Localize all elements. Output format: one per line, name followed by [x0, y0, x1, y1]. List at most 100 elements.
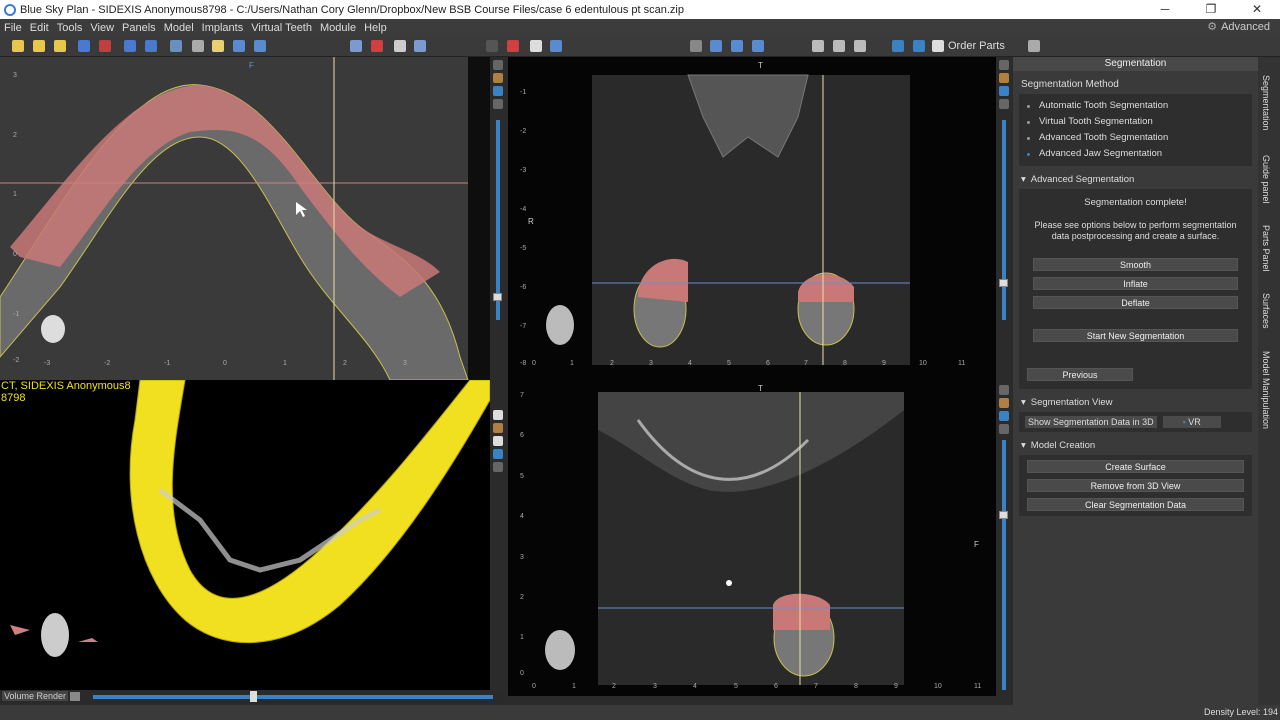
redo-icon[interactable] [145, 40, 157, 52]
layers-icon[interactable] [999, 86, 1009, 96]
marker-icon[interactable] [394, 40, 406, 52]
segment-icon[interactable] [550, 40, 562, 52]
method-automatic-tooth[interactable]: Automatic Tooth Segmentation [1019, 98, 1252, 114]
axial-viewport[interactable]: F -3 -2 -1 0 1 2 3 3 2 1 0 -1 -2 [0, 57, 490, 380]
magnify-icon[interactable] [731, 40, 743, 52]
menu-panels[interactable]: Panels [118, 22, 160, 34]
nerve-icon[interactable] [350, 40, 362, 52]
axial-slice-slider[interactable] [496, 120, 500, 320]
close-button[interactable]: ✕ [1234, 0, 1280, 19]
volume-render-slider[interactable] [93, 695, 493, 699]
menu-module[interactable]: Module [316, 22, 360, 34]
density-icon[interactable] [493, 423, 503, 433]
axial-slice-thumb[interactable] [493, 293, 502, 301]
cloud-icon[interactable] [932, 40, 944, 52]
tooth-view-icon[interactable] [493, 436, 503, 446]
tab-segmentation[interactable]: Segmentation [1261, 75, 1271, 131]
new-icon[interactable] [12, 40, 24, 52]
volume-render-thumb[interactable] [250, 691, 257, 702]
reset-view-icon[interactable] [493, 60, 503, 70]
layers-icon[interactable] [493, 86, 503, 96]
save-icon[interactable] [78, 40, 90, 52]
skull-icon[interactable] [493, 410, 503, 420]
coronal-slice-thumb[interactable] [999, 279, 1008, 287]
volume-render-label[interactable]: Volume Render [2, 691, 69, 701]
minimize-button[interactable]: ─ [1142, 0, 1188, 19]
previous-button[interactable]: Previous [1027, 368, 1133, 381]
link-icon[interactable] [999, 99, 1009, 109]
density-icon[interactable] [999, 73, 1009, 83]
arch-icon[interactable] [854, 40, 866, 52]
pan-icon[interactable] [254, 40, 266, 52]
implant-icon[interactable] [812, 40, 824, 52]
zoom-icon[interactable] [233, 40, 245, 52]
smooth-button[interactable]: Smooth [1033, 258, 1238, 271]
move-icon[interactable] [752, 40, 764, 52]
method-advanced-jaw[interactable]: Advanced Jaw Segmentation [1019, 146, 1252, 162]
brush-icon[interactable] [507, 40, 519, 52]
menu-view[interactable]: View [86, 22, 118, 34]
menu-file[interactable]: File [0, 22, 26, 34]
crosshair-icon[interactable] [710, 40, 722, 52]
tooth-icon[interactable] [530, 40, 542, 52]
layers-icon[interactable] [999, 411, 1009, 421]
tab-surfaces[interactable]: Surfaces [1261, 293, 1271, 329]
start-new-segmentation-button[interactable]: Start New Segmentation [1033, 329, 1238, 342]
menu-tools[interactable]: Tools [53, 22, 87, 34]
density-icon[interactable] [999, 398, 1009, 408]
menu-virtual-teeth[interactable]: Virtual Teeth [247, 22, 316, 34]
tab-model-manipulation[interactable]: Model Manipulation [1261, 351, 1271, 429]
measure-icon[interactable] [192, 40, 204, 52]
sagittal-slice-thumb[interactable] [999, 511, 1008, 519]
ruler-icon[interactable] [833, 40, 845, 52]
inflate-button[interactable]: Inflate [1033, 277, 1238, 290]
method-virtual-tooth[interactable]: Virtual Tooth Segmentation [1019, 114, 1252, 130]
advanced-segmentation-toggle[interactable]: ▾ Advanced Segmentation [1013, 170, 1258, 189]
model-creation-toggle[interactable]: ▾ Model Creation [1013, 436, 1258, 455]
restore-button[interactable]: ❐ [1188, 0, 1234, 19]
remove-from-3d-button[interactable]: Remove from 3D View [1027, 479, 1244, 492]
contrast-icon[interactable] [690, 40, 702, 52]
advanced-mode[interactable]: ⚙ Advanced [1207, 20, 1270, 34]
sagittal-y-tick: 7 [520, 392, 524, 399]
menu-implants[interactable]: Implants [198, 22, 248, 34]
curve-icon[interactable] [371, 40, 383, 52]
deflate-button[interactable]: Deflate [1033, 296, 1238, 309]
method-advanced-tooth[interactable]: Advanced Tooth Segmentation [1019, 130, 1252, 146]
tab-guide-panel[interactable]: Guide panel [1261, 155, 1271, 204]
sagittal-viewport[interactable]: T F 0 1 2 3 4 5 6 7 8 9 10 11 7 6 5 4 3 … [508, 380, 996, 696]
camera-icon[interactable] [70, 692, 80, 701]
layers-icon[interactable] [493, 449, 503, 459]
menu-help[interactable]: Help [360, 22, 391, 34]
vr-toggle[interactable]: ▪ VR [1162, 416, 1221, 428]
order-parts-button[interactable]: Order Parts [948, 40, 1005, 52]
sagittal-slice-slider[interactable] [1002, 440, 1006, 690]
menu-edit[interactable]: Edit [26, 22, 53, 34]
coronal-slice-slider[interactable] [1002, 120, 1006, 320]
link-icon[interactable] [493, 462, 503, 472]
clear-segmentation-button[interactable]: Clear Segmentation Data [1027, 498, 1244, 511]
expand-icon[interactable] [1028, 40, 1040, 52]
density-icon[interactable] [493, 73, 503, 83]
undo-icon[interactable] [124, 40, 136, 52]
open-recent-icon[interactable] [54, 40, 66, 52]
show-3d-button[interactable]: Show Segmentation Data in 3D [1025, 416, 1157, 428]
reset-view-icon[interactable] [999, 60, 1009, 70]
create-surface-button[interactable]: Create Surface [1027, 460, 1244, 473]
reset-view-icon[interactable] [999, 385, 1009, 395]
link-icon[interactable] [999, 424, 1009, 434]
close-file-icon[interactable] [99, 40, 111, 52]
rotate-icon[interactable] [892, 40, 904, 52]
sliders-icon[interactable] [913, 40, 925, 52]
tab-parts-panel[interactable]: Parts Panel [1261, 225, 1271, 272]
notes-icon[interactable] [212, 40, 224, 52]
coronal-viewport[interactable]: T R 0 1 2 3 4 5 6 7 8 9 10 11 -1 -2 -3 -… [508, 57, 996, 380]
segmentation-view-toggle[interactable]: ▾ Segmentation View [1013, 393, 1258, 412]
grid-icon[interactable] [170, 40, 182, 52]
menu-model[interactable]: Model [160, 22, 198, 34]
link-icon[interactable] [493, 99, 503, 109]
open-icon[interactable] [33, 40, 45, 52]
select-icon[interactable] [486, 40, 498, 52]
volume-viewport[interactable]: CT, SIDEXIS Anonymous8 8798 [0, 380, 490, 690]
dots-icon[interactable] [414, 40, 426, 52]
